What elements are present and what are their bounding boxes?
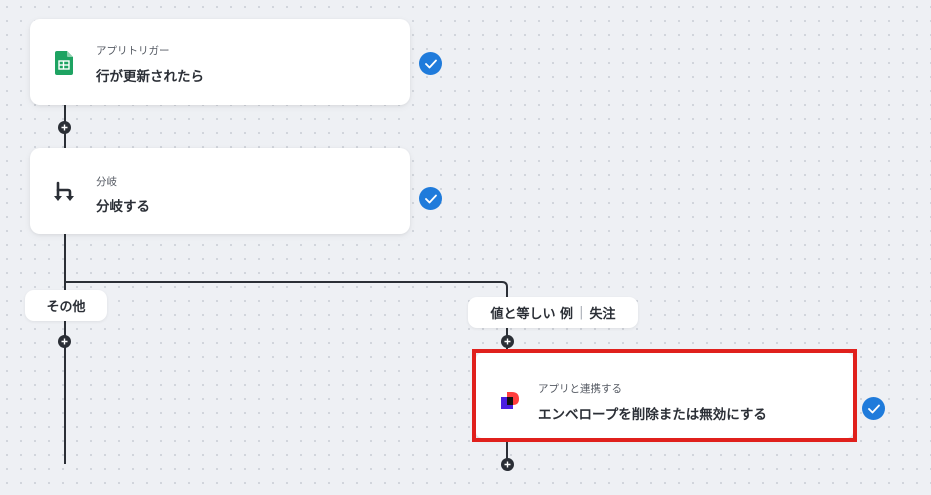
branch-condition-text: 値と等しい 例 bbox=[490, 307, 574, 322]
branch-other-label[interactable]: その他 bbox=[25, 290, 107, 321]
check-icon bbox=[862, 397, 885, 420]
branch-condition-value: 失注 bbox=[589, 307, 616, 322]
separator: | bbox=[579, 305, 584, 320]
step-title: エンベロープを削除または無効にする bbox=[538, 407, 767, 423]
add-step-button[interactable] bbox=[58, 335, 71, 348]
trigger-step-card[interactable]: アプリトリガー 行が更新されたら bbox=[30, 19, 410, 105]
branch-equals-label[interactable]: 値と等しい 例 | 失注 bbox=[468, 297, 638, 328]
app-action-step-card[interactable]: アプリと連携する エンベロープを削除または無効にする bbox=[476, 353, 853, 438]
add-step-button[interactable] bbox=[501, 458, 514, 471]
branch-step-card[interactable]: 分岐 分岐する bbox=[30, 148, 410, 234]
step-title: 分岐する bbox=[96, 199, 150, 215]
step-label: アプリと連携する bbox=[538, 383, 622, 395]
docusign-app-icon bbox=[498, 389, 522, 413]
branch-icon bbox=[52, 180, 76, 204]
branch-other-text: その他 bbox=[46, 300, 86, 315]
step-label: 分岐 bbox=[96, 176, 117, 188]
step-label: アプリトリガー bbox=[96, 45, 170, 57]
check-icon bbox=[419, 187, 442, 210]
add-step-button[interactable] bbox=[58, 121, 71, 134]
add-step-button[interactable] bbox=[501, 335, 514, 348]
check-icon bbox=[419, 52, 442, 75]
step-title: 行が更新されたら bbox=[96, 69, 204, 85]
google-sheets-icon bbox=[52, 51, 76, 75]
